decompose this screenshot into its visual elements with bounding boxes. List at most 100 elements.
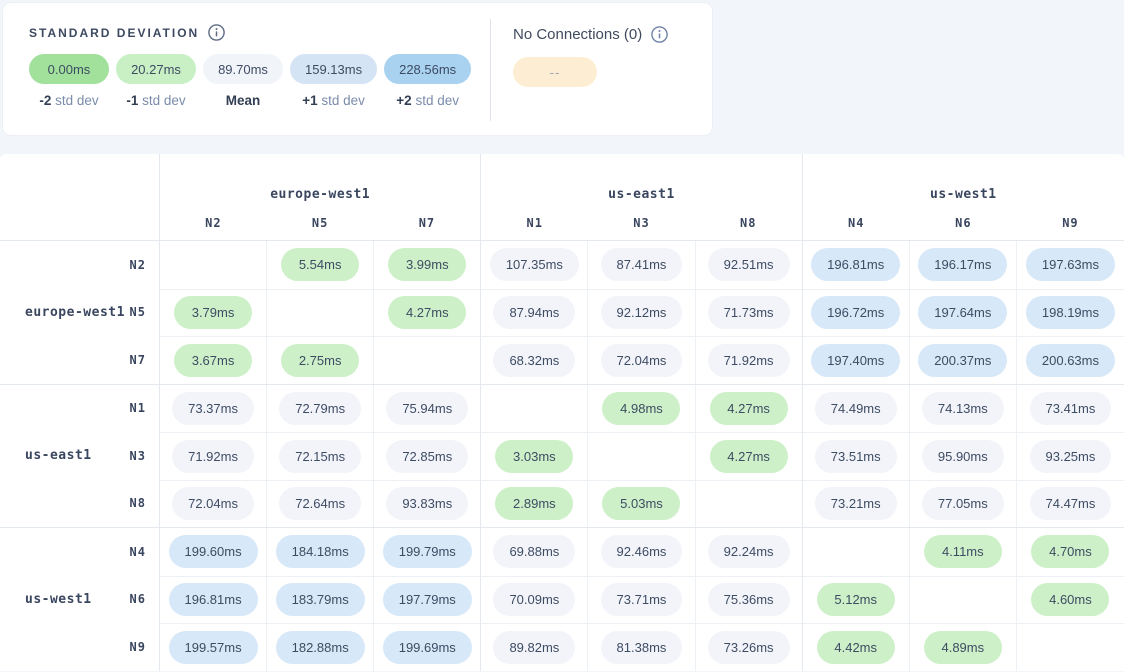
matrix-cell[interactable]: 198.19ms <box>1017 289 1124 337</box>
latency-badge[interactable]: 74.49ms <box>815 392 897 425</box>
matrix-cell[interactable]: 197.79ms <box>374 576 481 624</box>
matrix-cell[interactable]: 72.04ms <box>160 480 267 528</box>
matrix-cell[interactable]: 5.12ms <box>803 576 910 624</box>
latency-badge[interactable]: 4.70ms <box>1031 535 1109 568</box>
latency-badge[interactable]: 92.46ms <box>601 535 683 568</box>
latency-badge[interactable]: 200.63ms <box>1026 344 1115 377</box>
latency-badge[interactable]: 4.11ms <box>924 535 1002 568</box>
matrix-cell[interactable]: 196.72ms <box>803 289 910 337</box>
latency-badge[interactable]: 199.69ms <box>383 631 472 664</box>
latency-badge[interactable]: 200.37ms <box>918 344 1007 377</box>
latency-badge[interactable]: 183.79ms <box>276 583 365 616</box>
latency-badge[interactable]: 87.41ms <box>601 248 683 281</box>
latency-badge[interactable]: 199.57ms <box>169 631 258 664</box>
matrix-cell[interactable]: 92.46ms <box>588 528 695 576</box>
latency-badge[interactable]: 199.60ms <box>169 535 258 568</box>
latency-badge[interactable]: 77.05ms <box>922 487 1004 520</box>
matrix-cell[interactable]: 3.99ms <box>374 241 481 289</box>
latency-badge[interactable]: 81.38ms <box>601 631 683 664</box>
latency-badge[interactable]: 4.27ms <box>710 392 788 425</box>
latency-badge[interactable]: 5.12ms <box>817 583 895 616</box>
latency-badge[interactable]: 198.19ms <box>1026 296 1115 329</box>
latency-badge[interactable]: 72.04ms <box>601 344 683 377</box>
matrix-cell[interactable]: 184.18ms <box>267 528 374 576</box>
latency-badge[interactable]: 4.42ms <box>817 631 895 664</box>
latency-badge[interactable]: 92.12ms <box>601 296 683 329</box>
latency-badge[interactable]: 5.03ms <box>602 487 680 520</box>
latency-badge[interactable]: 4.60ms <box>1031 583 1109 616</box>
matrix-cell[interactable]: 200.63ms <box>1017 336 1124 384</box>
latency-badge[interactable]: 73.41ms <box>1030 392 1112 425</box>
latency-badge[interactable]: 71.73ms <box>708 296 790 329</box>
matrix-cell[interactable]: 68.32ms <box>481 336 588 384</box>
matrix-cell[interactable]: 69.88ms <box>481 528 588 576</box>
matrix-cell[interactable]: 72.79ms <box>267 385 374 433</box>
latency-badge[interactable]: 4.27ms <box>710 440 788 473</box>
matrix-cell[interactable]: 72.15ms <box>267 432 374 480</box>
latency-badge[interactable]: 196.72ms <box>811 296 900 329</box>
matrix-cell[interactable]: 199.79ms <box>374 528 481 576</box>
latency-badge[interactable]: 87.94ms <box>493 296 575 329</box>
matrix-cell[interactable]: 72.04ms <box>588 336 695 384</box>
matrix-cell[interactable]: 72.64ms <box>267 480 374 528</box>
latency-badge[interactable]: 69.88ms <box>493 535 575 568</box>
latency-badge[interactable]: 93.83ms <box>386 487 468 520</box>
latency-badge[interactable]: 72.15ms <box>279 440 361 473</box>
latency-badge[interactable]: 184.18ms <box>276 535 365 568</box>
latency-badge[interactable]: 93.25ms <box>1030 440 1112 473</box>
latency-badge[interactable]: 182.88ms <box>276 631 365 664</box>
latency-badge[interactable]: 72.64ms <box>279 487 361 520</box>
matrix-cell[interactable]: 2.75ms <box>267 336 374 384</box>
matrix-cell[interactable]: 92.24ms <box>696 528 803 576</box>
latency-badge[interactable]: 70.09ms <box>493 583 575 616</box>
matrix-cell[interactable]: 182.88ms <box>267 623 374 671</box>
matrix-cell[interactable]: 3.79ms <box>160 289 267 337</box>
latency-badge[interactable]: 73.26ms <box>708 631 790 664</box>
matrix-cell[interactable]: 71.73ms <box>696 289 803 337</box>
matrix-cell[interactable]: 197.63ms <box>1017 241 1124 289</box>
latency-badge[interactable]: 197.40ms <box>811 344 900 377</box>
latency-badge[interactable]: 95.90ms <box>922 440 1004 473</box>
matrix-cell[interactable]: 73.51ms <box>803 432 910 480</box>
latency-badge[interactable]: 3.67ms <box>174 344 252 377</box>
latency-badge[interactable]: 197.79ms <box>383 583 472 616</box>
matrix-cell[interactable]: 5.54ms <box>267 241 374 289</box>
latency-badge[interactable]: 197.63ms <box>1026 248 1115 281</box>
latency-badge[interactable]: 196.81ms <box>811 248 900 281</box>
matrix-cell[interactable]: 197.64ms <box>910 289 1017 337</box>
matrix-cell[interactable]: 4.70ms <box>1017 528 1124 576</box>
latency-badge[interactable]: 4.98ms <box>602 392 680 425</box>
latency-badge[interactable]: 196.81ms <box>169 583 258 616</box>
latency-badge[interactable]: 73.71ms <box>601 583 683 616</box>
latency-badge[interactable]: 197.64ms <box>918 296 1007 329</box>
latency-badge[interactable]: 5.54ms <box>281 248 359 281</box>
matrix-cell[interactable]: 4.89ms <box>910 623 1017 671</box>
matrix-cell[interactable]: 3.03ms <box>481 432 588 480</box>
matrix-cell[interactable]: 70.09ms <box>481 576 588 624</box>
matrix-cell[interactable]: 4.11ms <box>910 528 1017 576</box>
info-circle-icon[interactable] <box>208 24 225 41</box>
matrix-cell[interactable]: 2.89ms <box>481 480 588 528</box>
matrix-cell[interactable]: 71.92ms <box>160 432 267 480</box>
matrix-cell[interactable]: 5.03ms <box>588 480 695 528</box>
matrix-cell[interactable]: 196.17ms <box>910 241 1017 289</box>
latency-badge[interactable]: 199.79ms <box>383 535 472 568</box>
matrix-cell[interactable]: 4.98ms <box>588 385 695 433</box>
latency-badge[interactable]: 68.32ms <box>493 344 575 377</box>
matrix-cell[interactable]: 199.69ms <box>374 623 481 671</box>
info-circle-icon[interactable] <box>651 26 668 43</box>
latency-badge[interactable]: 4.89ms <box>924 631 1002 664</box>
latency-badge[interactable]: 89.82ms <box>493 631 575 664</box>
matrix-cell[interactable]: 92.51ms <box>696 241 803 289</box>
matrix-cell[interactable]: 3.67ms <box>160 336 267 384</box>
latency-badge[interactable]: 196.17ms <box>918 248 1007 281</box>
matrix-cell[interactable]: 93.83ms <box>374 480 481 528</box>
matrix-cell[interactable]: 107.35ms <box>481 241 588 289</box>
matrix-cell[interactable]: 75.94ms <box>374 385 481 433</box>
matrix-cell[interactable]: 73.71ms <box>588 576 695 624</box>
matrix-cell[interactable]: 196.81ms <box>160 576 267 624</box>
matrix-cell[interactable]: 77.05ms <box>910 480 1017 528</box>
matrix-cell[interactable]: 75.36ms <box>696 576 803 624</box>
matrix-cell[interactable]: 4.27ms <box>696 432 803 480</box>
latency-badge[interactable]: 73.37ms <box>172 392 254 425</box>
